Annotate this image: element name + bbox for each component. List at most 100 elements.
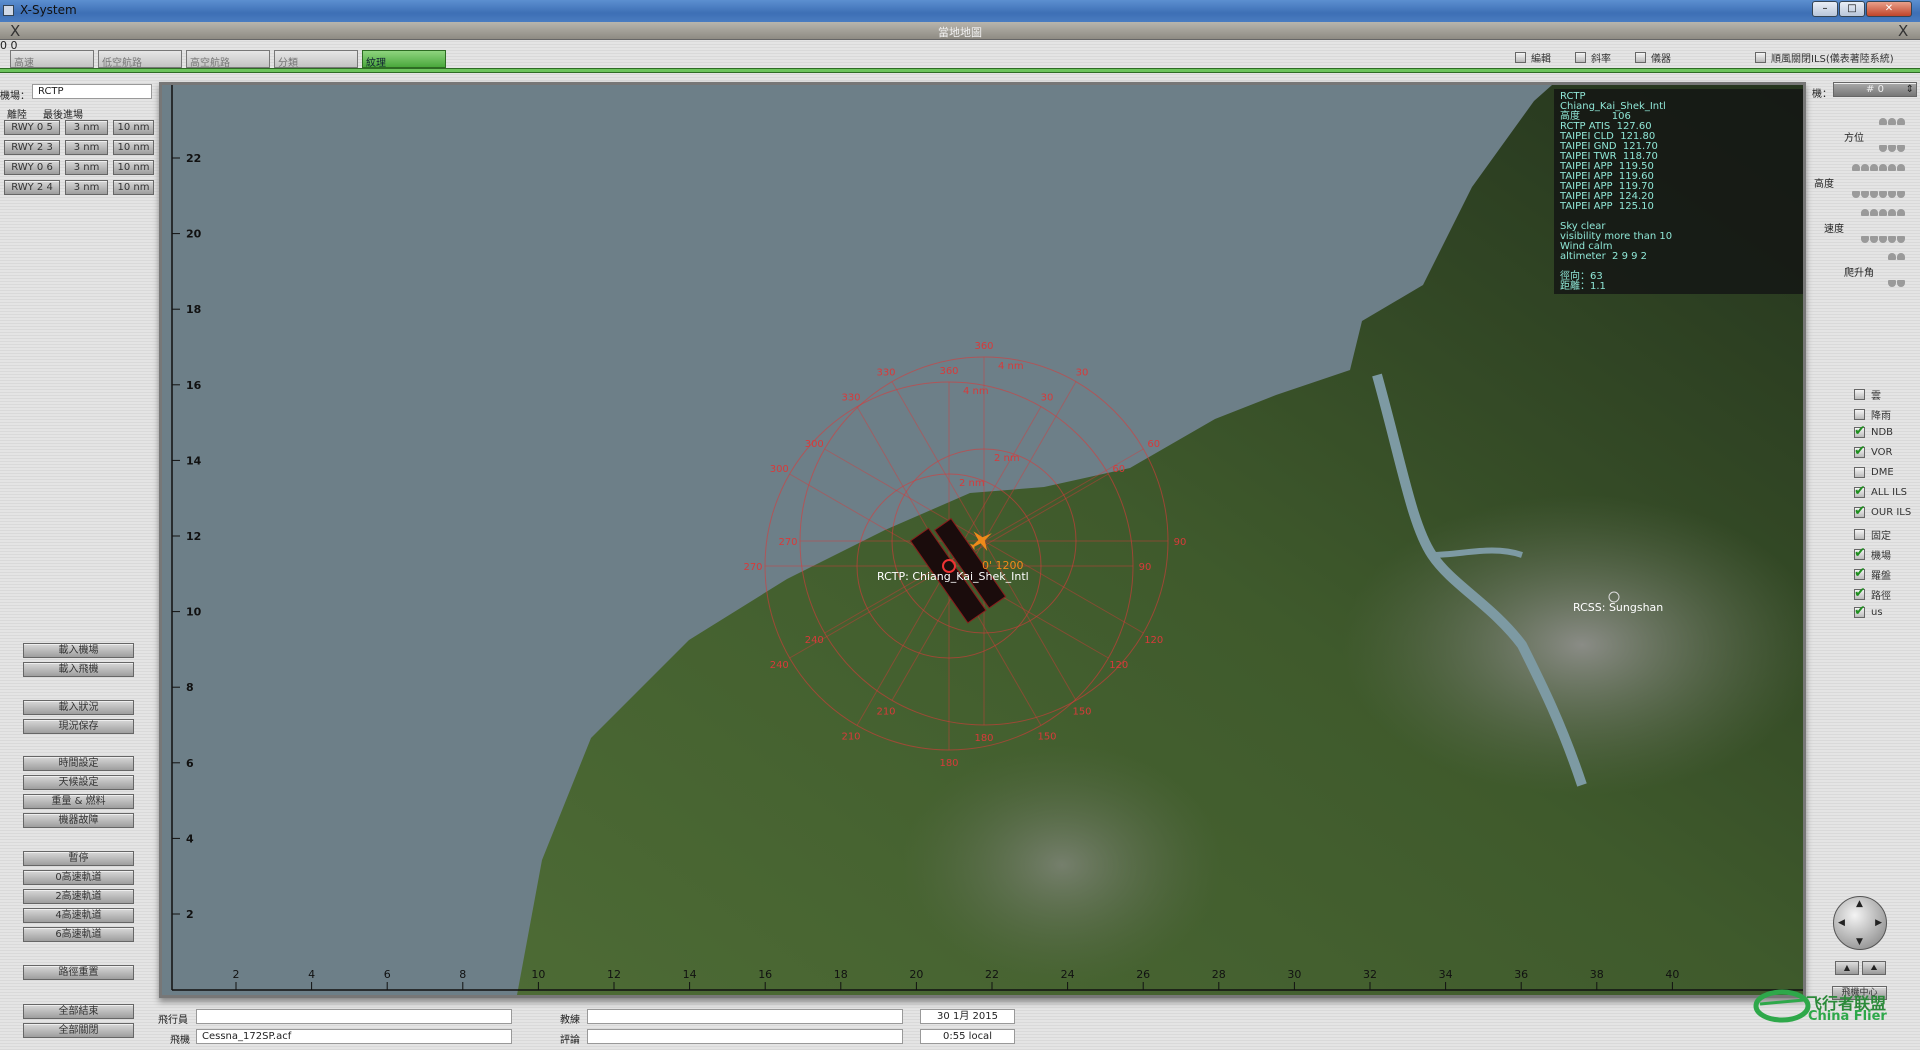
up-arrow-icon[interactable] [1897, 209, 1905, 216]
down-arrow-icon[interactable] [1897, 145, 1905, 152]
final-10nm-button[interactable]: 10 nm [113, 180, 154, 195]
down-arrow-icon[interactable] [1852, 191, 1860, 198]
toggle-0[interactable]: 編輯 [1515, 50, 1551, 65]
up-arrow-icon[interactable] [1897, 118, 1905, 125]
runway-button[interactable]: RWY 2 3 [4, 140, 60, 155]
action-button[interactable]: 時間設定 [23, 756, 134, 771]
checkbox[interactable] [1854, 585, 1866, 601]
pan-right-icon[interactable]: ▶ [1875, 918, 1882, 928]
up-arrow-icon[interactable] [1870, 164, 1878, 171]
action-button[interactable]: 現況保存 [23, 719, 134, 734]
action-button[interactable]: 6高速軌道 [23, 927, 134, 942]
tab-4[interactable]: 紋理 [362, 50, 446, 69]
layer-toggle[interactable]: ALL ILS [1854, 483, 1907, 499]
takeoff-3nm-button[interactable]: 3 nm [65, 120, 108, 135]
toggle-3[interactable]: 順風關閉ILS(儀表著陸系統) [1755, 50, 1894, 65]
checkbox[interactable] [1854, 545, 1866, 561]
increment-arrows[interactable] [1879, 118, 1905, 125]
up-arrow-icon[interactable] [1861, 209, 1869, 216]
up-arrow-icon[interactable] [1852, 164, 1860, 171]
checkbox[interactable] [1854, 503, 1866, 519]
up-arrow-icon[interactable] [1897, 164, 1905, 171]
checkbox[interactable] [1854, 389, 1865, 400]
checkbox[interactable] [1635, 52, 1646, 63]
increment-arrows[interactable] [1888, 253, 1905, 260]
down-arrow-icon[interactable] [1888, 280, 1896, 287]
final-10nm-button[interactable]: 10 nm [113, 140, 154, 155]
tab-0[interactable]: 高速 [10, 50, 94, 69]
final-10nm-button[interactable]: 10 nm [113, 160, 154, 175]
down-arrow-icon[interactable] [1897, 280, 1905, 287]
down-arrow-icon[interactable] [1861, 236, 1869, 243]
pan-up-icon[interactable]: ▲ [1856, 899, 1863, 909]
action-button[interactable]: 載入機場 [23, 643, 134, 658]
checkbox[interactable] [1854, 443, 1866, 459]
up-arrow-icon[interactable] [1879, 118, 1887, 125]
takeoff-3nm-button[interactable]: 3 nm [65, 140, 108, 155]
pan-left-icon[interactable]: ◀ [1838, 918, 1845, 928]
checkbox[interactable] [1854, 565, 1866, 581]
action-button[interactable]: 4高速軌道 [23, 908, 134, 923]
action-button[interactable]: 全部關閉 [23, 1023, 134, 1038]
action-button[interactable]: 路徑重置 [23, 965, 134, 980]
decrement-arrows[interactable] [1888, 280, 1905, 287]
checkbox[interactable] [1854, 423, 1866, 439]
layer-toggle[interactable]: OUR ILS [1854, 503, 1911, 519]
layer-toggle[interactable]: DME [1854, 467, 1894, 478]
takeoff-3nm-button[interactable]: 3 nm [65, 160, 108, 175]
increment-arrows[interactable] [1861, 209, 1905, 216]
down-arrow-icon[interactable] [1888, 145, 1896, 152]
action-button[interactable]: 載入狀況 [23, 700, 134, 715]
layer-toggle[interactable]: 羅盤 [1854, 565, 1891, 582]
up-arrow-icon[interactable] [1888, 164, 1896, 171]
down-arrow-icon[interactable] [1879, 191, 1887, 198]
up-arrow-icon[interactable] [1879, 209, 1887, 216]
maximize-button[interactable]: □ [1839, 1, 1865, 17]
pan-joystick[interactable]: ▲ ▼ ◀ ▶ [1833, 896, 1887, 950]
checkbox[interactable] [1755, 52, 1766, 63]
checkbox[interactable] [1854, 409, 1865, 420]
action-button[interactable]: 2高速軌道 [23, 889, 134, 904]
down-arrow-icon[interactable] [1897, 236, 1905, 243]
layer-toggle[interactable]: NDB [1854, 423, 1893, 439]
close-button[interactable]: ✕ [1866, 1, 1912, 17]
layer-toggle[interactable]: VOR [1854, 443, 1892, 459]
checkbox[interactable] [1854, 603, 1866, 619]
down-arrow-icon[interactable] [1861, 191, 1869, 198]
action-button[interactable]: 天候設定 [23, 775, 134, 790]
up-arrow-icon[interactable] [1879, 164, 1887, 171]
action-button[interactable]: 重量 & 燃料 [23, 794, 134, 809]
checkbox[interactable] [1575, 52, 1586, 63]
action-button[interactable]: 暫停 [23, 851, 134, 866]
down-arrow-icon[interactable] [1879, 236, 1887, 243]
up-arrow-icon[interactable] [1861, 164, 1869, 171]
close-map-right[interactable]: X [1898, 22, 1908, 40]
pilot-input[interactable] [196, 1009, 512, 1024]
time-display[interactable]: 0:55 local [920, 1029, 1015, 1044]
up-arrow-icon[interactable] [1888, 209, 1896, 216]
tab-1[interactable]: 低空航路 [98, 50, 182, 69]
action-button[interactable]: 全部結束 [23, 1004, 134, 1019]
checkbox[interactable] [1515, 52, 1526, 63]
checkbox[interactable] [1854, 467, 1865, 478]
runway-button[interactable]: RWY 0 5 [4, 120, 60, 135]
minimize-button[interactable]: – [1812, 1, 1838, 17]
checkbox[interactable] [1854, 483, 1866, 499]
up-arrow-icon[interactable] [1897, 253, 1905, 260]
layer-toggle[interactable]: 雲 [1854, 387, 1881, 402]
layer-toggle[interactable]: 路徑 [1854, 585, 1891, 602]
down-arrow-icon[interactable] [1870, 236, 1878, 243]
aircraft-select[interactable]: # 0 ⇕ [1833, 82, 1917, 97]
layer-toggle[interactable]: us [1854, 603, 1883, 619]
checkbox[interactable] [1854, 529, 1865, 540]
tab-3[interactable]: 分類 [274, 50, 358, 69]
local-map[interactable]: 22 20 18 16 14 12 10 8 6 4 2 2 4 6 8 10 12 14 16 18 20 22 24 26… [159, 82, 1806, 998]
decrement-arrows[interactable] [1852, 191, 1905, 198]
action-button[interactable]: 0高速軌道 [23, 870, 134, 885]
down-arrow-icon[interactable] [1888, 191, 1896, 198]
decrement-arrows[interactable] [1861, 236, 1905, 243]
runway-button[interactable]: RWY 0 6 [4, 160, 60, 175]
toggle-1[interactable]: 斜率 [1575, 50, 1611, 65]
takeoff-3nm-button[interactable]: 3 nm [65, 180, 108, 195]
down-arrow-icon[interactable] [1879, 145, 1887, 152]
